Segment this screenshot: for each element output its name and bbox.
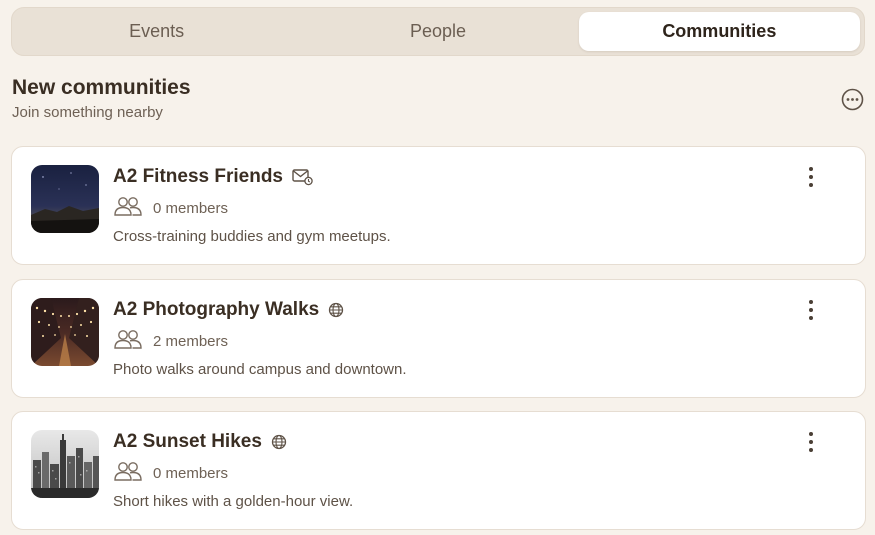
people-icon: [113, 460, 143, 487]
community-name[interactable]: A2 Sunset Hikes: [113, 431, 262, 453]
member-count: 0 members: [153, 464, 229, 482]
community-card[interactable]: A2 Photography Walks 2 members Photo wal…: [11, 279, 866, 398]
community-description: Cross-training buddies and gym meetups.: [113, 228, 391, 245]
section-title: New communities: [12, 76, 191, 99]
community-description: Short hikes with a golden-hour view.: [113, 493, 354, 510]
community-card[interactable]: A2 Fitness Friends 0 members Cross-train…: [11, 146, 866, 265]
community-name[interactable]: A2 Fitness Friends: [113, 166, 283, 188]
tab-communities[interactable]: Communities: [578, 12, 860, 51]
people-icon: [113, 328, 143, 355]
community-description: Photo walks around campus and downtown.: [113, 361, 407, 378]
kebab-menu-icon[interactable]: [801, 298, 821, 322]
tab-people[interactable]: People: [297, 12, 578, 51]
people-icon: [113, 195, 143, 222]
tab-events[interactable]: Events: [16, 12, 297, 51]
community-thumbnail: [31, 165, 99, 233]
community-card[interactable]: A2 Sunset Hikes 0 members Short hikes wi…: [11, 411, 866, 530]
communities-page: Events People Communities New communitie…: [0, 0, 875, 535]
ellipsis-circle-icon[interactable]: [841, 88, 864, 111]
community-thumbnail: [31, 430, 99, 498]
community-thumbnail: [31, 298, 99, 366]
segmented-tabs: Events People Communities: [11, 7, 865, 56]
globe-icon: [328, 302, 344, 318]
kebab-menu-icon[interactable]: [801, 165, 821, 189]
globe-icon: [271, 434, 287, 450]
community-name[interactable]: A2 Photography Walks: [113, 299, 319, 321]
member-count: 0 members: [153, 199, 229, 217]
section-subtitle: Join something nearby: [12, 104, 163, 121]
member-count: 2 members: [153, 332, 229, 350]
kebab-menu-icon[interactable]: [801, 430, 821, 454]
invite-mail-icon: [292, 168, 314, 186]
